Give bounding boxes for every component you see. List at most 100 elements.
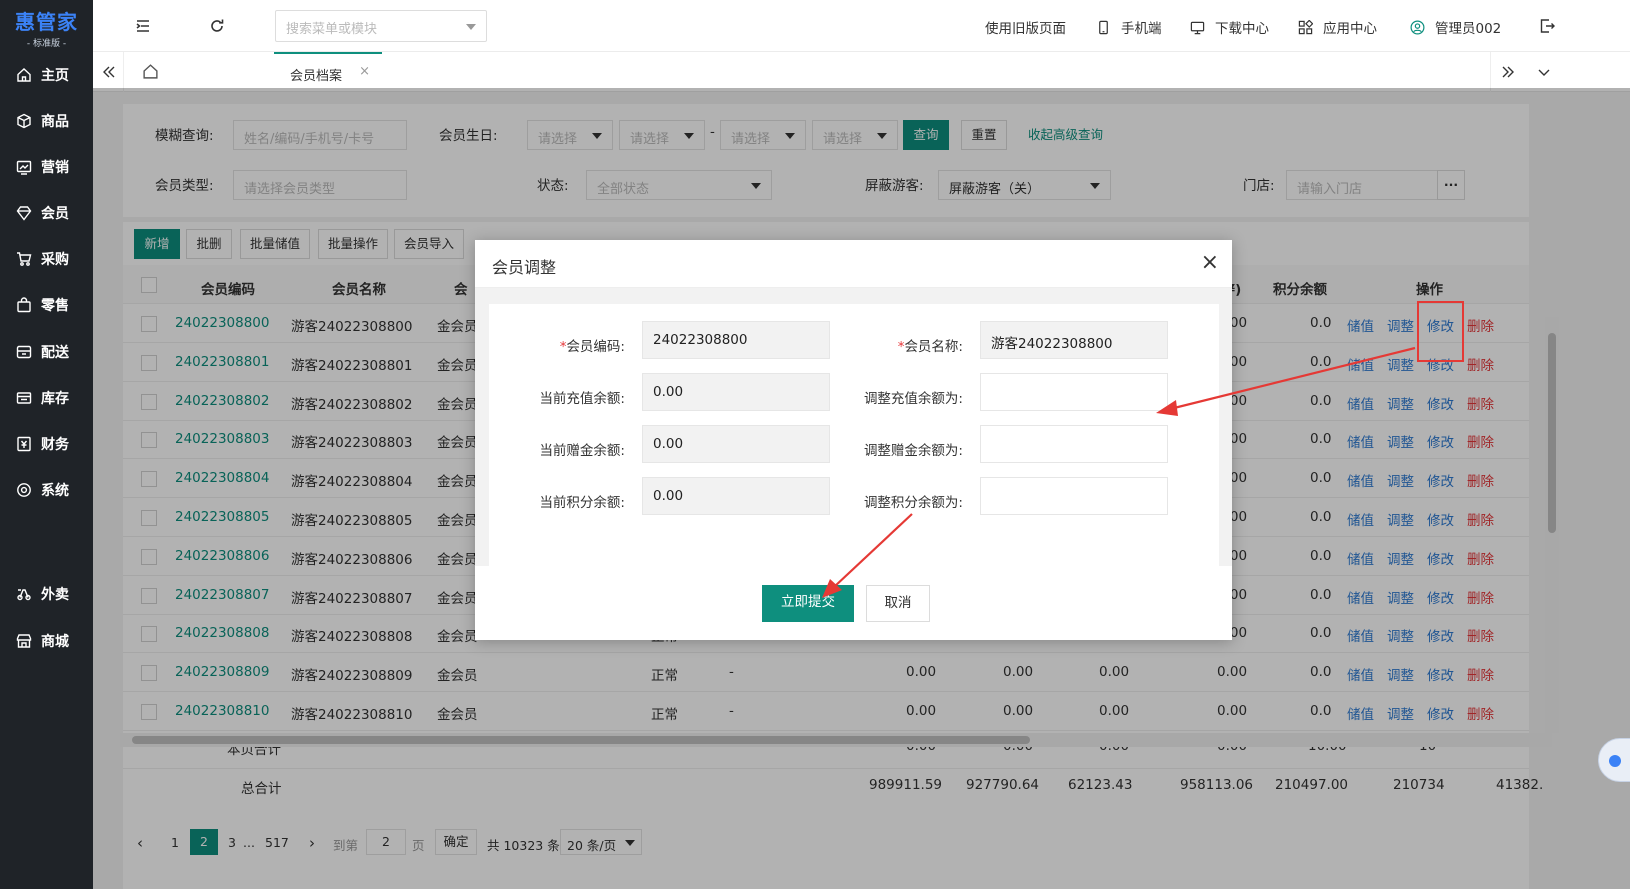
- sidebar-item-label: 财务: [41, 437, 69, 453]
- adjust-recharge-label: 调整充值余额为:: [863, 391, 963, 407]
- store-icon: [16, 634, 32, 648]
- apps-grid-icon: [1298, 19, 1313, 34]
- truck-icon: [16, 345, 32, 359]
- mobile-link[interactable]: 手机端: [1096, 17, 1162, 37]
- user-menu[interactable]: 管理员002: [1410, 17, 1501, 37]
- sidebar-item-label: 零售: [41, 298, 69, 314]
- tab-close-icon[interactable]: ×: [359, 64, 370, 79]
- download-center-link[interactable]: 下载中心: [1190, 17, 1269, 37]
- warehouse-icon: [16, 392, 32, 404]
- refresh-icon[interactable]: [207, 16, 227, 36]
- app-center-link[interactable]: 应用中心: [1298, 17, 1377, 37]
- sidebar-item-marketing[interactable]: 营销: [0, 150, 93, 184]
- code-label: *会员编码:: [559, 339, 625, 355]
- old-version-label: 使用旧版页面: [985, 21, 1066, 37]
- adjust-gift-input[interactable]: [980, 425, 1168, 463]
- sidebar-item-label: 营销: [41, 160, 69, 176]
- tabs-menu-chevron-icon[interactable]: [1536, 64, 1552, 80]
- tabs-scroll-left-icon[interactable]: [101, 64, 117, 80]
- adjust-form: *会员编码: 24022308800 *会员名称: 游客24022308800 …: [489, 304, 1219, 566]
- chart-icon: [16, 160, 32, 175]
- adjust-points-label: 调整积分余额为:: [863, 495, 963, 511]
- adjust-gift-label: 调整赠金余额为:: [863, 443, 963, 459]
- logo-text: 惠管家: [15, 10, 78, 34]
- diamond-icon: [16, 206, 32, 221]
- close-icon[interactable]: ×: [1201, 250, 1219, 275]
- sidebar-item-system[interactable]: 系统: [0, 473, 93, 507]
- member-code-field: 24022308800: [642, 321, 830, 359]
- user-name: 管理员002: [1435, 21, 1502, 37]
- current-recharge-label: 当前充值余额:: [539, 391, 625, 407]
- cancel-button[interactable]: 取消: [866, 585, 930, 622]
- name-label-text: 会员名称:: [904, 339, 963, 355]
- top-bar: 搜索菜单或模块 使用旧版页面 手机端 下载中心 应用中心 管理员002: [93, 0, 1630, 52]
- sidebar-item-finance[interactable]: 财务: [0, 427, 93, 461]
- search-placeholder: 搜索菜单或模块: [286, 22, 378, 37]
- member-adjust-dialog: 会员调整 × *会员编码: 24022308800 *会员名称: 游客24022…: [475, 240, 1232, 640]
- home-tab-icon[interactable]: [142, 63, 159, 80]
- divider: [123, 52, 124, 92]
- mobile-label: 手机端: [1121, 21, 1162, 37]
- tab-label: 会员档案: [290, 69, 343, 84]
- dialog-header: 会员调整 ×: [475, 240, 1232, 288]
- sidebar-item-label: 配送: [41, 345, 69, 361]
- code-label-text: 会员编码:: [566, 339, 625, 355]
- brand-logo[interactable]: 惠管家 - 标准版 -: [0, 0, 93, 49]
- sidebar-item-retail[interactable]: 零售: [0, 288, 93, 322]
- adjust-recharge-input[interactable]: [980, 373, 1168, 411]
- finance-icon: [17, 436, 31, 452]
- apps-label: 应用中心: [1323, 21, 1377, 37]
- current-points-label: 当前积分余额:: [539, 495, 625, 511]
- current-gift-field: 0.00: [642, 425, 830, 463]
- annotation-highlight-box: [1417, 301, 1464, 362]
- name-label: *会员名称:: [897, 339, 963, 355]
- delivery-icon: [17, 589, 31, 601]
- sidebar-item-distribution[interactable]: 配送: [0, 335, 93, 369]
- submit-button[interactable]: 立即提交: [762, 585, 854, 622]
- user-avatar-icon: [1410, 20, 1425, 34]
- sidebar-item-purchase[interactable]: 采购: [0, 242, 93, 276]
- sidebar-item-label: 商品: [41, 114, 69, 130]
- current-points-field: 0.00: [642, 477, 830, 515]
- monitor-icon: [1190, 21, 1205, 34]
- sidebar: 惠管家 - 标准版 - 主页 商品 营销 会员 采购 零售 配送 库存 财务 系…: [0, 0, 93, 889]
- sidebar-item-label: 外卖: [41, 587, 69, 603]
- tab-bar: 会员档案 ×: [93, 52, 1630, 92]
- sidebar-item-takeout[interactable]: 外卖: [0, 577, 93, 611]
- cart-icon: [17, 252, 32, 266]
- menu-search-input[interactable]: 搜索菜单或模块: [275, 10, 487, 42]
- bag-icon: [17, 297, 31, 313]
- phone-icon: [1099, 20, 1108, 34]
- tab-member-archive[interactable]: 会员档案 ×: [274, 52, 382, 92]
- sidebar-item-label: 库存: [41, 391, 69, 407]
- sidebar-item-label: 商城: [41, 634, 69, 650]
- logout-icon[interactable]: [1538, 17, 1556, 35]
- sidebar-item-label: 主页: [41, 68, 69, 84]
- help-dot-icon: [1609, 755, 1621, 767]
- sidebar-item-inventory[interactable]: 库存: [0, 381, 93, 415]
- sidebar-item-member[interactable]: 会员: [0, 196, 93, 230]
- settings-icon: [17, 483, 31, 497]
- sidebar-item-label: 系统: [41, 483, 69, 499]
- home-icon: [17, 68, 31, 82]
- current-recharge-field: 0.00: [642, 373, 830, 411]
- sidebar-item-home[interactable]: 主页: [0, 58, 93, 92]
- app-root: { "brand": {"logo": "惠管家", "edition": "-…: [0, 0, 1630, 889]
- tabs-scroll-right-icon[interactable]: [1500, 64, 1516, 80]
- sidebar-item-goods[interactable]: 商品: [0, 104, 93, 138]
- edition-text: - 标准版 -: [26, 39, 67, 49]
- current-gift-label: 当前赠金余额:: [539, 443, 625, 459]
- menu-fold-icon[interactable]: [133, 16, 153, 36]
- old-version-link[interactable]: 使用旧版页面: [985, 17, 1066, 37]
- dialog-body: *会员编码: 24022308800 *会员名称: 游客24022308800 …: [475, 288, 1232, 566]
- adjust-points-input[interactable]: [980, 477, 1168, 515]
- sidebar-item-label: 会员: [41, 206, 69, 222]
- member-name-field: 游客24022308800: [980, 321, 1168, 359]
- sidebar-item-label: 采购: [41, 252, 69, 268]
- box-icon: [17, 113, 31, 129]
- download-label: 下载中心: [1215, 21, 1269, 37]
- chevron-down-icon: [466, 24, 476, 30]
- dialog-title: 会员调整: [492, 258, 557, 277]
- sidebar-item-mall[interactable]: 商城: [0, 624, 93, 658]
- divider: [1490, 52, 1491, 92]
